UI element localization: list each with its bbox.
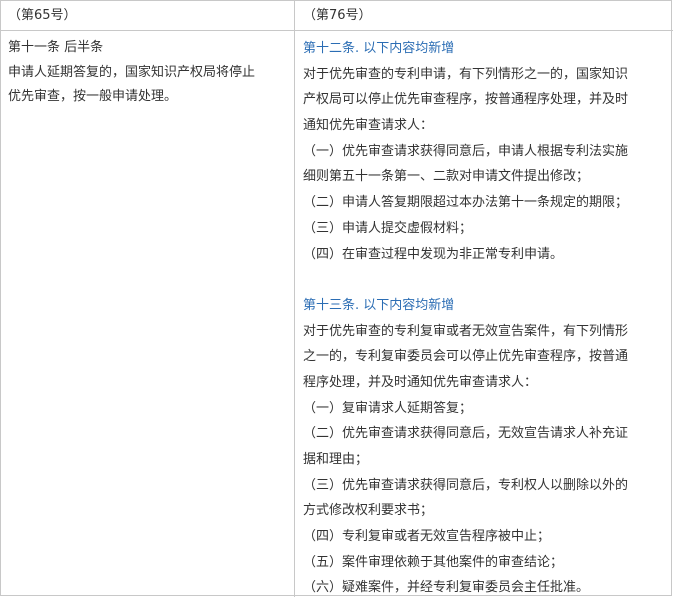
section-13-line: （六）疑难案件，并经专利复审委员会主任批准。 bbox=[303, 580, 590, 596]
section-13-line: （三）优先审查请求获得同意后，专利权人以删除以外的 bbox=[303, 477, 629, 493]
section-12-line: 细则第五十一条第一、二款对申请文件提出修改； bbox=[303, 169, 590, 185]
section-13-title: 第十三条. 以下内容均新增 bbox=[303, 297, 455, 313]
section-13-line: （四）专利复审或者无效宣告程序被中止； bbox=[303, 529, 551, 545]
right-cell: 第十二条. 以下内容均新增 对于优先审查的专利申请，有下列情形之一的，国家知识 … bbox=[303, 36, 667, 601]
section-12-line: 对于优先审查的专利申请，有下列情形之一的，国家知识 bbox=[303, 66, 629, 82]
column-divider bbox=[294, 1, 295, 597]
left-title: 第十一条 后半条 bbox=[8, 40, 104, 55]
header-left: （第65号） bbox=[8, 8, 77, 23]
section-12-line: 产权局可以停止优先审查程序，按普通程序处理，并及时 bbox=[303, 92, 629, 108]
header-right: （第76号） bbox=[303, 8, 372, 23]
section-12-title: 第十二条. 以下内容均新增 bbox=[303, 41, 455, 56]
header-divider bbox=[1, 30, 673, 31]
left-cell: 第十一条 后半条 申请人延期答复的，国家知识产权局将停止 优先审查，按一般申请处… bbox=[8, 36, 290, 110]
section-12-line: 通知优先审查请求人： bbox=[303, 118, 434, 134]
section-13-line: 对于优先审查的专利复审或者无效宣告案件，有下列情形 bbox=[303, 323, 629, 339]
section-12-line: （二）申请人答复期限超过本办法第十一条规定的期限； bbox=[303, 195, 629, 211]
section-13-line: （二）优先审查请求获得同意后，无效宣告请求人补充证 bbox=[303, 426, 629, 442]
section-13-line: 据和理由； bbox=[303, 452, 369, 467]
section-12-line: （三）申请人提交虚假材料； bbox=[303, 220, 473, 236]
section-13-line: （五）案件审理依赖于其他案件的审查结论； bbox=[303, 554, 564, 570]
left-line: 申请人延期答复的，国家知识产权局将停止 bbox=[8, 64, 256, 80]
left-line: 优先审查，按一般申请处理。 bbox=[8, 89, 178, 104]
section-13-line: 方式修改权利要求书； bbox=[303, 503, 434, 519]
section-13-line: 程序处理，并及时通知优先审查请求人： bbox=[303, 374, 538, 390]
section-12-line: （一）优先审查请求获得同意后，申请人根据专利法实施 bbox=[303, 143, 629, 159]
section-12-line: （四）在审查过程中发现为非正常专利申请。 bbox=[303, 246, 564, 262]
section-13-line: （一）复审请求人延期答复； bbox=[303, 400, 473, 416]
comparison-table: （第65号） （第76号） 第十一条 后半条 申请人延期答复的，国家知识产权局将… bbox=[0, 0, 673, 597]
section-13-line: 之一的，专利复审委员会可以停止优先审查程序，按普通 bbox=[303, 349, 629, 365]
